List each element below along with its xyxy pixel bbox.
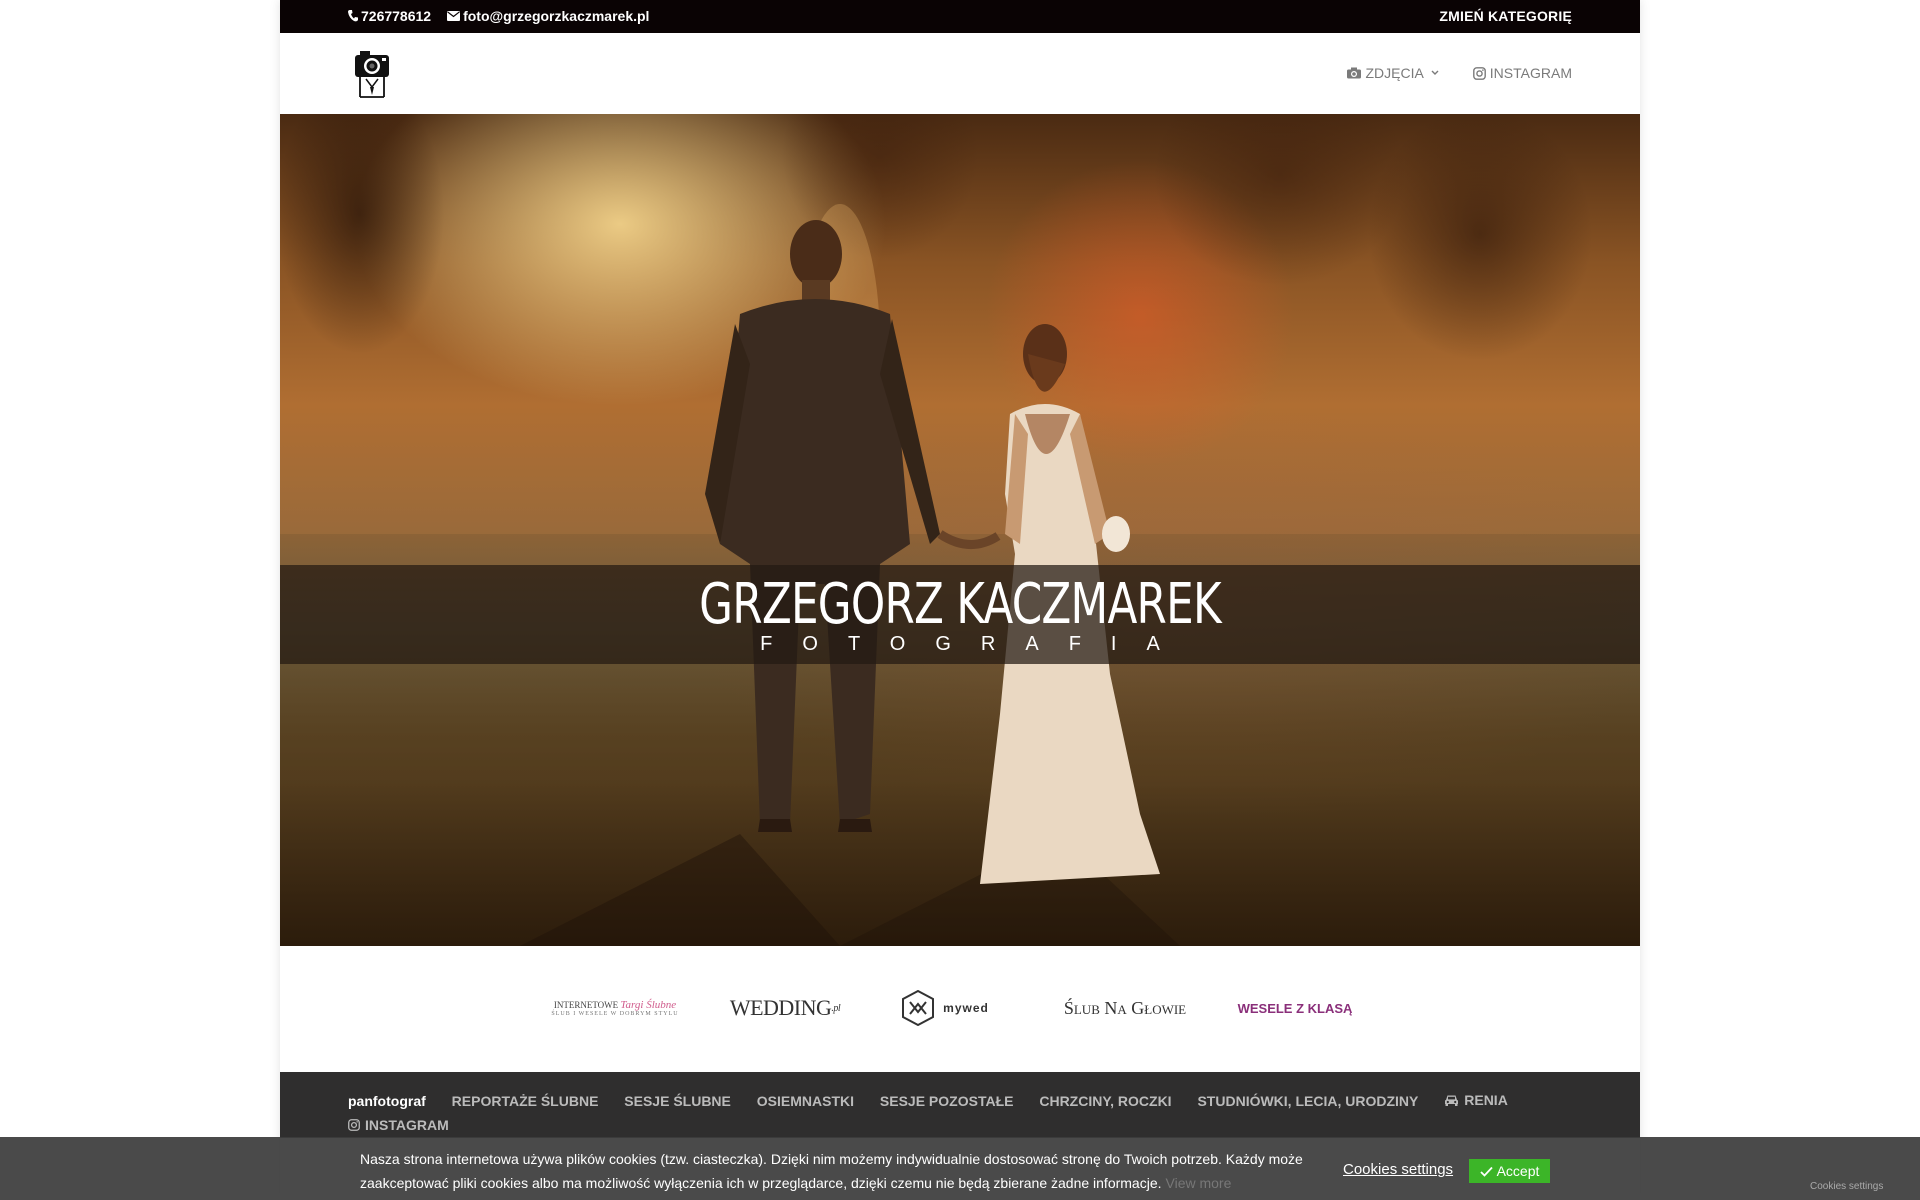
cookie-banner: Nasza strona internetowa używa plików co… xyxy=(0,1137,1920,1200)
nav-item-instagram[interactable]: INSTAGRAM xyxy=(1472,65,1572,81)
phone-link[interactable]: 726778612 xyxy=(348,8,431,24)
mywed-emblem-icon xyxy=(902,990,935,1026)
partner-logo-targi-slubne[interactable]: INTERNETOWE Targi Ślubne ŚLUB I WESELE W… xyxy=(550,988,680,1028)
footer-link-label: INSTAGRAM xyxy=(365,1117,449,1133)
cookie-message: Nasza strona internetowa używa plików co… xyxy=(360,1151,1303,1191)
contact-info: 726778612 foto@grzegorzkaczmarek.pl xyxy=(348,8,665,24)
footer-link-chrzciny[interactable]: CHRZCINY, ROCZKI xyxy=(1039,1089,1171,1113)
email-link[interactable]: foto@grzegorzkaczmarek.pl xyxy=(447,8,649,24)
footer-link-label: RENIA xyxy=(1464,1092,1508,1108)
envelope-icon xyxy=(447,11,461,21)
hero-image: GRZEGORZ KACZMAREK FOTOGRAFIA xyxy=(280,114,1640,946)
partner-logos: INTERNETOWE Targi Ślubne ŚLUB I WESELE W… xyxy=(280,946,1640,1072)
partner-logo-slub-na-glowie[interactable]: Ślub Na Głowie xyxy=(1060,988,1190,1028)
hero-title-banner: GRZEGORZ KACZMAREK FOTOGRAFIA xyxy=(280,565,1640,664)
footer-nav: panfotograf REPORTAŻE ŚLUBNE SESJE ŚLUBN… xyxy=(280,1072,1640,1138)
cookie-accept-label: Accept xyxy=(1496,1163,1540,1179)
footer-link-osiemnastki[interactable]: OSIEMNASTKI xyxy=(757,1089,854,1113)
logo-camera-man-icon[interactable] xyxy=(352,49,392,99)
cookie-settings-corner-link[interactable]: Cookies settings xyxy=(1810,1181,1883,1192)
chevron-down-icon xyxy=(1431,70,1439,75)
partner-logo-wedding-pl[interactable]: WEDDING .pl xyxy=(720,988,850,1028)
nav-item-label: ZDJĘCIA xyxy=(1365,65,1424,81)
footer-link-studniowki[interactable]: STUDNIÓWKI, LECIA, URODZINY xyxy=(1197,1089,1418,1113)
hero-title: GRZEGORZ KACZMAREK xyxy=(699,572,1221,637)
partner-logo-text: mywed xyxy=(943,1001,989,1015)
partner-logo-text: WEDDING xyxy=(729,995,832,1020)
footer-link-sesje-pozostale[interactable]: SESJE POZOSTAŁE xyxy=(880,1089,1014,1113)
main-nav: ZDJĘCIA INSTAGRAM xyxy=(1319,65,1572,81)
site-header: ZDJĘCIA INSTAGRAM xyxy=(280,33,1640,114)
partner-logo-tagline: ŚLUB I WESELE W DOBRYM STYLU xyxy=(551,1011,679,1017)
nav-item-zdjecia[interactable]: ZDJĘCIA xyxy=(1347,65,1444,81)
change-category-link[interactable]: ZMIEŃ KATEGORIĘ xyxy=(1439,8,1572,24)
partner-logo-suffix: .pl xyxy=(831,1002,841,1014)
footer-brand-link[interactable]: panfotograf xyxy=(348,1089,426,1113)
top-bar: 726778612 foto@grzegorzkaczmarek.pl ZMIE… xyxy=(280,0,1640,33)
partner-logo-wesele-z-klasa[interactable]: WESELE Z KLASĄ xyxy=(1230,988,1360,1028)
partner-logo-text: INTERNETOWE xyxy=(553,1000,619,1010)
wedding-couple-illustration xyxy=(520,204,1180,946)
instagram-icon xyxy=(348,1119,360,1131)
cookie-accept-button[interactable]: Accept xyxy=(1469,1159,1550,1183)
partner-logo-mywed[interactable]: mywed xyxy=(890,988,1000,1028)
nav-item-label: INSTAGRAM xyxy=(1489,65,1572,81)
footer-link-renia[interactable]: RENIA xyxy=(1444,1088,1530,1112)
car-icon xyxy=(1445,1095,1459,1106)
partner-logo-script: Targi Ślubne xyxy=(620,999,677,1011)
footer-link-instagram[interactable]: INSTAGRAM xyxy=(348,1113,471,1137)
email-address: foto@grzegorzkaczmarek.pl xyxy=(463,8,650,24)
instagram-icon xyxy=(1472,66,1486,80)
camera-icon xyxy=(1347,67,1362,79)
cookie-view-more-link[interactable]: View more xyxy=(1166,1175,1232,1191)
footer-link-sesje-slubne[interactable]: SESJE ŚLUBNE xyxy=(624,1089,731,1113)
phone-number: 726778612 xyxy=(361,8,432,24)
page-container: 726778612 foto@grzegorzkaczmarek.pl ZMIE… xyxy=(280,0,1640,1200)
checkmark-icon xyxy=(1479,1166,1493,1177)
phone-icon xyxy=(348,10,358,22)
footer-link-reportaze[interactable]: REPORTAŻE ŚLUBNE xyxy=(452,1089,599,1113)
hero-subtitle: FOTOGRAFIA xyxy=(760,633,1190,655)
cookie-settings-link[interactable]: Cookies settings xyxy=(1343,1161,1453,1178)
